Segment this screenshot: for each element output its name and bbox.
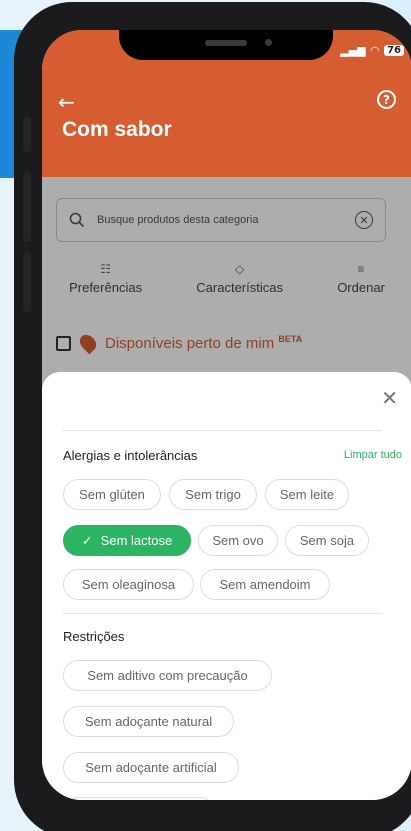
battery-indicator: 76 bbox=[384, 45, 404, 56]
app-screen: ▂▄▆ ◠ 76 ← ? Com sabor Busque produtos d… bbox=[42, 30, 411, 800]
chip-sem-aditivo[interactable]: Sem aditivo com precaução bbox=[63, 660, 272, 691]
clear-all-button[interactable]: Limpar tudo bbox=[344, 449, 402, 461]
side-button bbox=[23, 117, 31, 152]
help-icon[interactable]: ? bbox=[377, 90, 396, 109]
restrictions-section-title: Restrições bbox=[63, 629, 125, 644]
chip-sem-trigo[interactable]: Sem trigo bbox=[169, 479, 257, 510]
notch bbox=[119, 30, 333, 60]
chip-sem-adocante-artificial[interactable]: Sem adoçante artificial bbox=[63, 752, 239, 783]
chip-sem-gluten[interactable]: Sem glúten bbox=[63, 479, 161, 510]
side-button bbox=[23, 172, 31, 242]
allergies-section-title: Alergias e intolerâncias bbox=[63, 448, 198, 463]
chip-sem-ovo[interactable]: Sem ovo bbox=[198, 525, 278, 556]
back-arrow-icon[interactable]: ← bbox=[58, 90, 75, 114]
chip-sem-oleaginosa[interactable]: Sem oleaginosa bbox=[63, 569, 194, 600]
side-button bbox=[23, 252, 31, 312]
divider bbox=[62, 613, 382, 614]
camera-dot bbox=[265, 39, 272, 46]
wifi-icon: ◠ bbox=[370, 44, 380, 57]
chip-sem-soja[interactable]: Sem soja bbox=[285, 525, 369, 556]
status-bar: ▂▄▆ ◠ 76 bbox=[340, 44, 404, 57]
chip-sem-adocante-natural[interactable]: Sem adoçante natural bbox=[63, 706, 234, 737]
chip-sem-amendoim[interactable]: Sem amendoim bbox=[200, 569, 330, 600]
speaker-grille bbox=[205, 40, 247, 46]
chip-sem-leite[interactable]: Sem leite bbox=[265, 479, 349, 510]
signal-icon: ▂▄▆ bbox=[340, 44, 366, 57]
chip-partial[interactable] bbox=[63, 797, 215, 800]
close-icon[interactable]: ✕ bbox=[381, 386, 398, 410]
filter-bottom-sheet: ✕ Alergias e intolerâncias Limpar tudo S… bbox=[42, 372, 411, 800]
check-icon: ✓ bbox=[81, 532, 93, 548]
page-title: Com sabor bbox=[62, 118, 172, 141]
chip-sem-lactose[interactable]: ✓ Sem lactose bbox=[63, 525, 191, 556]
divider bbox=[62, 430, 382, 431]
